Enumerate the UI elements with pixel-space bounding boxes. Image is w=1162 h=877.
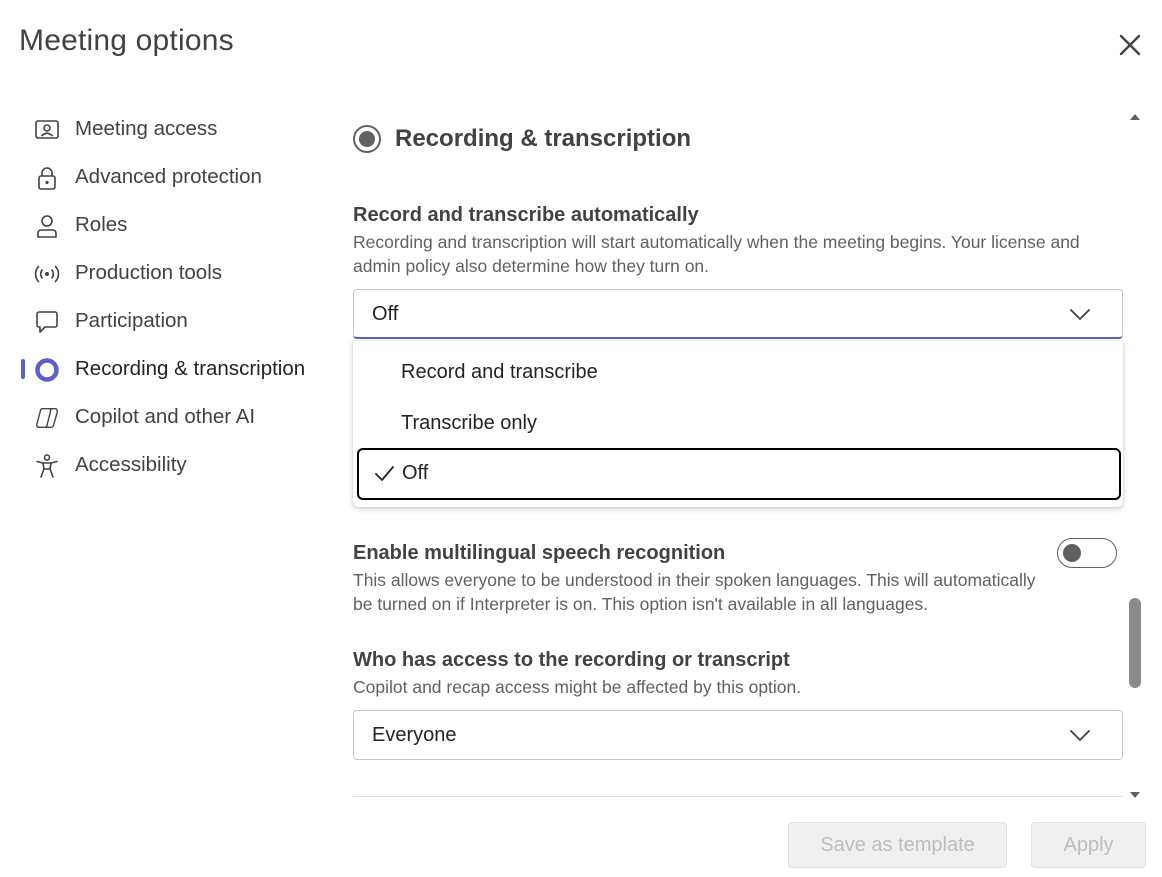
section-radio-icon [353,125,381,153]
sidebar-item-recording-transcription[interactable]: Recording & transcription [0,345,330,393]
sidebar-item-label: Production tools [75,261,223,284]
copilot-icon [34,405,60,431]
option-label: Off [402,462,429,484]
option-record-and-transcribe[interactable]: Record and transcribe [353,348,1123,398]
page-title: Meeting options [19,24,234,57]
record-dropdown-value: Off [372,303,399,325]
access-dropdown-value: Everyone [372,724,457,746]
divider [353,796,1123,797]
person-icon [34,213,60,239]
option-label: Transcribe only [401,412,537,434]
access-option-description: Copilot and recap access might be affect… [353,677,802,697]
scrollbar-thumb[interactable] [1129,598,1141,688]
toggle-knob [1063,544,1081,562]
record-option-title: Record and transcribe automatically [353,204,699,226]
checkmark-icon [375,466,394,481]
broadcast-icon [34,261,60,287]
accessibility-icon [34,453,60,479]
sidebar-item-meeting-access[interactable]: Meeting access [0,105,330,153]
sidebar-item-label: Copilot and other AI [75,405,256,428]
sidebar-item-roles[interactable]: Roles [0,201,330,249]
sidebar-item-label: Roles [75,213,128,236]
record-options-listbox: Record and transcribe Transcribe only Of… [353,341,1123,507]
multilingual-option-title: Enable multilingual speech recognition [353,542,726,564]
close-button[interactable] [1113,28,1147,62]
record-option-description: Recording and transcription will start a… [353,232,1080,276]
multilingual-toggle[interactable] [1057,538,1117,568]
access-option-title: Who has access to the recording or trans… [353,649,790,671]
access-dropdown[interactable]: Everyone [353,710,1123,760]
option-label: Record and transcribe [401,361,598,383]
sidebar-item-participation[interactable]: Participation [0,297,330,345]
sidebar-item-label: Meeting access [75,117,218,140]
sidebar-item-label: Participation [75,309,188,332]
sidebar-item-label: Recording & transcription [75,357,306,380]
scroll-up-arrow-icon[interactable] [1128,110,1142,124]
multilingual-option-description: This allows everyone to be understood in… [353,570,1036,614]
sidebar-item-accessibility[interactable]: Accessibility [0,441,330,489]
option-off[interactable]: Off [357,448,1121,500]
meeting-access-icon [34,117,60,143]
close-icon [1119,34,1141,56]
record-icon [34,357,60,383]
sidebar-item-advanced-protection[interactable]: Advanced protection [0,153,330,201]
chat-icon [34,309,60,335]
sidebar-item-copilot[interactable]: Copilot and other AI [0,393,330,441]
scroll-down-arrow-icon[interactable] [1128,788,1142,802]
sidebar-item-production-tools[interactable]: Production tools [0,249,330,297]
lock-icon [34,165,60,191]
active-indicator [21,359,25,379]
apply-button[interactable]: Apply [1031,822,1146,868]
section-title: Recording & transcription [395,125,692,152]
chevron-down-icon [1070,309,1090,320]
record-dropdown[interactable]: Off [353,289,1123,339]
option-transcribe-only[interactable]: Transcribe only [353,399,1123,449]
sidebar-item-label: Advanced protection [75,165,262,188]
save-as-template-button[interactable]: Save as template [788,822,1007,868]
section-header: Recording & transcription [353,120,691,158]
chevron-down-icon [1070,730,1090,741]
sidebar-item-label: Accessibility [75,453,187,476]
sidebar-nav: Meeting access Advanced protection Roles… [0,105,330,489]
